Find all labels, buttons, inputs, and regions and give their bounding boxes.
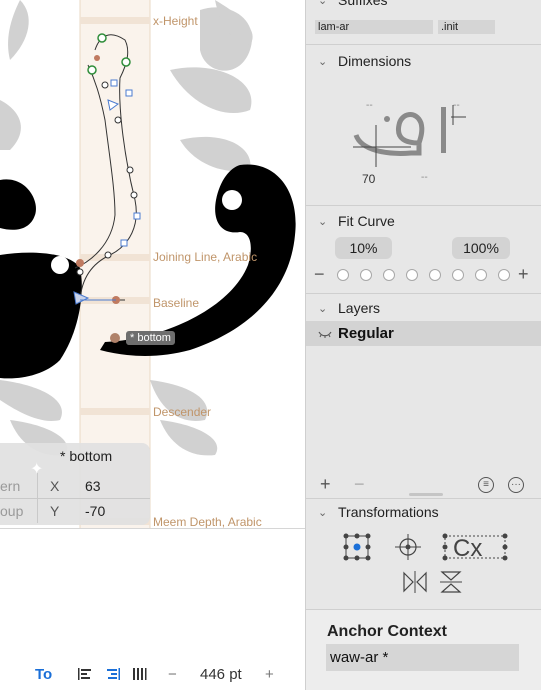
fit-curve-preset-dot[interactable] [498,269,510,281]
chevron-down-icon: ⌄ [318,56,328,68]
more-options-icon[interactable]: ··· [508,477,524,493]
zoom-in-button[interactable]: + [265,666,274,683]
add-layer-button[interactable]: + [320,474,331,495]
inspector-sidebar: ⌄ Suffixes lam-ar .init ⌄ Dimensions -- --… [305,0,541,690]
transformations-section-header[interactable]: ⌄ Transformations [318,504,439,520]
fit-curve-preset-dot[interactable] [452,269,464,281]
fit-curve-preset-dot[interactable] [429,269,441,281]
crosshair-icon[interactable] [393,532,423,562]
info-side-label-top: ern [0,478,21,494]
descender-label: Descender [153,405,212,419]
joining-line-label: Joining Line, Arabic [153,250,258,264]
dimensions-preview [353,105,466,167]
transform-origin-icon[interactable] [342,532,372,562]
anchor-context-panel: Anchor Context waw-ar * [306,609,541,690]
fit-curve-min-value[interactable]: 10% [335,237,392,259]
dim-bottom-right: -- [421,172,428,183]
fit-curve-decrease-button[interactable]: − [314,264,325,285]
glyph-canvas[interactable]: x-Height Joining Line, Arabic Baseline D… [0,0,305,528]
layer-label: Regular [338,325,394,342]
dimensions-section-header[interactable]: ⌄ Dimensions [318,53,411,69]
chevron-down-icon: ⌄ [318,0,328,7]
y-label: Y [50,503,60,519]
x-height-label: x-Height [153,14,198,28]
x-label: X [50,478,60,494]
anchor-context-field[interactable]: waw-ar * [326,644,519,671]
fit-curve-preset-dot[interactable] [337,269,349,281]
zoom-out-button[interactable]: − [168,666,177,683]
justify-icon[interactable] [131,667,149,681]
bottom-anchor[interactable] [110,333,120,343]
suffix-field-init[interactable]: .init [438,20,495,34]
joining-line [80,254,150,261]
suffixes-section-header[interactable]: ⌄ Suffixes [318,0,388,8]
svg-text:Cx: Cx [453,535,482,562]
resize-handle[interactable] [409,493,443,496]
fit-curve-preset-dot[interactable] [475,269,487,281]
fit-curve-preset-dot[interactable] [383,269,395,281]
fit-curve-preset-dot[interactable] [360,269,372,281]
fit-curve-preset-dot[interactable] [406,269,418,281]
x-value-field[interactable]: 63 [85,478,101,494]
fit-curve-max-value[interactable]: 100% [452,237,510,259]
dim-left-top: -- [366,100,373,111]
info-side-label-bottom: oup [0,503,24,519]
fit-curve-increase-button[interactable]: + [518,264,529,285]
anchor-info-title: * bottom [60,448,113,464]
layer-row-regular[interactable]: Regular [306,321,541,346]
chevron-down-icon: ⌄ [318,303,328,315]
dim-bottom-value[interactable]: 70 [362,172,375,186]
anchor-info-panel: ✦ * bottom ern oup X 63 Y -70 [0,443,150,525]
align-right-icon[interactable] [104,667,122,681]
font-size-field[interactable]: 446 pt [200,666,242,683]
anchor-name-tag[interactable]: * bottom [126,331,175,345]
align-left-icon[interactable] [76,667,94,681]
chevron-down-icon: ⌄ [318,216,328,228]
flip-vertical-icon[interactable] [439,570,465,594]
filter-icon[interactable]: ≡ [478,477,494,493]
x-height-line [80,17,150,24]
fit-curve-section-header[interactable]: ⌄ Fit Curve [318,213,395,229]
layers-section-header[interactable]: ⌄ Layers [318,300,380,316]
suffix-field-lam[interactable]: lam-ar [315,20,433,34]
metric-box-icon[interactable]: Cx [439,532,511,562]
descender-line [80,408,150,415]
dim-right-top: -- [453,100,460,111]
anchor-context-title: Anchor Context [327,623,447,640]
text-tool-button[interactable]: To [35,666,52,683]
meem-depth-label: Meem Depth, Arabic [153,515,262,528]
remove-layer-button[interactable]: − [354,474,365,495]
y-value-field[interactable]: -70 [85,503,105,519]
chevron-down-icon: ⌄ [318,507,328,519]
edit-view-toolbar: To − 446 pt + [0,528,305,690]
flip-horizontal-icon[interactable] [402,570,428,594]
baseline-label: Baseline [153,296,200,310]
eye-closed-icon[interactable] [318,330,332,338]
